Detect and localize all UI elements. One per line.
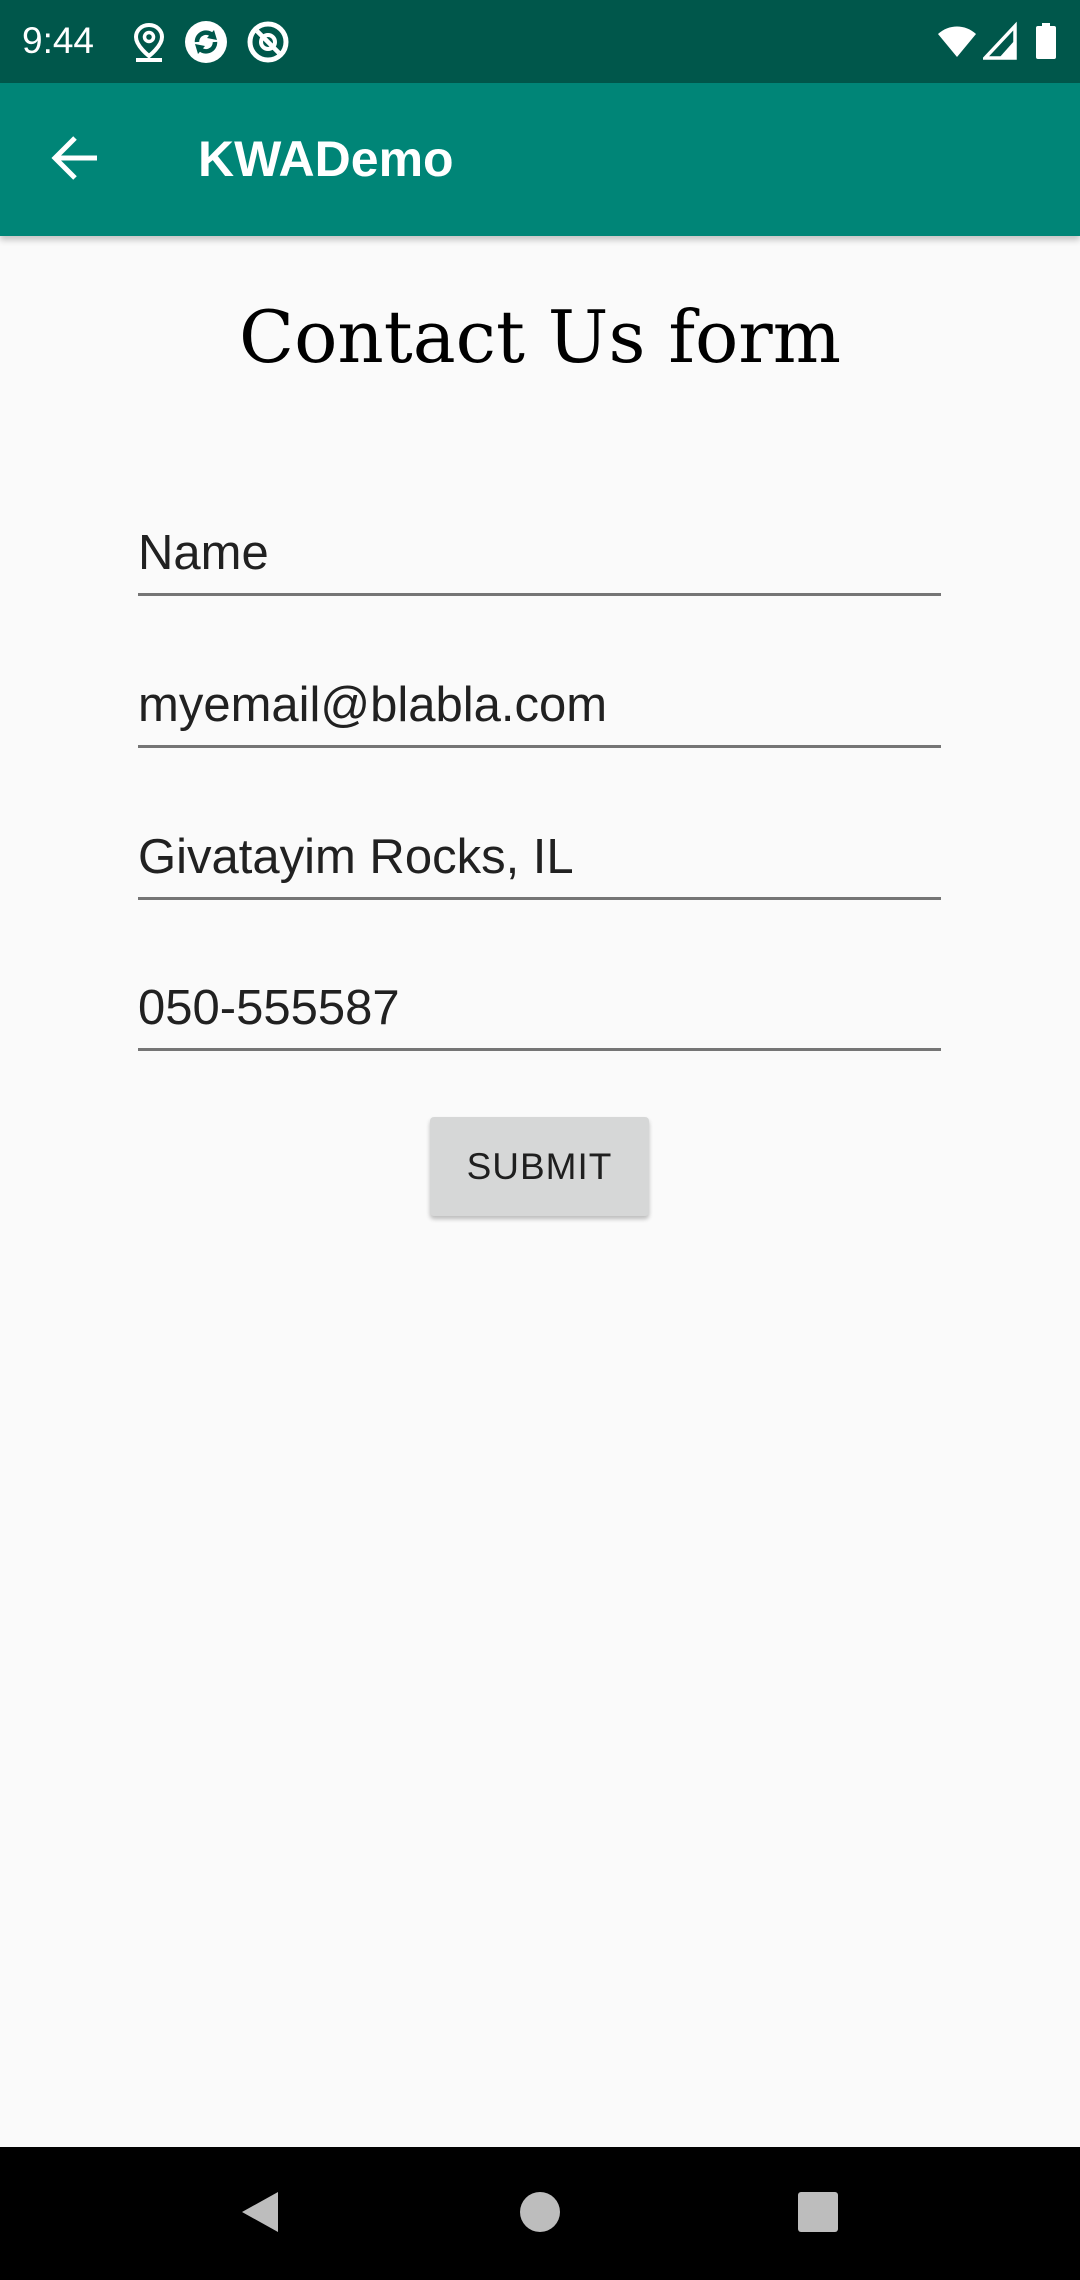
location-icon <box>127 20 171 64</box>
wifi-icon <box>937 20 977 64</box>
recents-square-icon <box>797 2191 839 2238</box>
phone-field[interactable] <box>138 968 941 1051</box>
data-saver-icon <box>246 20 290 64</box>
app-bar: KWADemo <box>0 83 1080 236</box>
arrow-back-icon <box>49 132 101 189</box>
home-circle-icon <box>518 2190 562 2239</box>
sync-icon <box>184 20 228 64</box>
status-bar: 9:44 <box>0 0 1080 83</box>
cell-signal-icon <box>980 20 1017 64</box>
navigation-bar <box>0 2147 1080 2280</box>
app-title: KWADemo <box>198 131 454 187</box>
email-input[interactable] <box>138 675 941 735</box>
nav-home-button[interactable] <box>504 2178 576 2250</box>
back-triangle-icon <box>238 2188 282 2241</box>
phone-input[interactable] <box>138 978 941 1038</box>
back-button[interactable] <box>40 125 110 195</box>
email-field[interactable] <box>138 665 941 748</box>
name-field[interactable] <box>138 513 941 596</box>
address-input[interactable] <box>138 827 941 887</box>
nav-recents-button[interactable] <box>782 2178 854 2250</box>
form-title: Contact Us form <box>238 295 841 379</box>
battery-icon <box>1034 20 1058 64</box>
status-time: 9:44 <box>22 20 95 61</box>
submit-button[interactable]: SUBMIT <box>430 1117 649 1216</box>
name-input[interactable] <box>138 523 941 583</box>
address-field[interactable] <box>138 817 941 900</box>
nav-back-button[interactable] <box>224 2178 296 2250</box>
